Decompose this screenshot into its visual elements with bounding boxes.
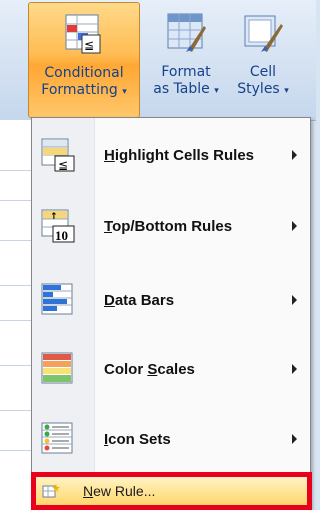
- menu-item-top-bottom-rules[interactable]: ↑ 10 Top/Bottom Rules: [33, 197, 309, 255]
- menu-item-label-accelerator: N: [83, 483, 94, 499]
- menu-item-label-accelerator: H: [104, 146, 115, 164]
- svg-text:≦: ≦: [84, 38, 94, 52]
- conditional-formatting-button[interactable]: ≦ Conditional Formatting ▾: [28, 2, 140, 118]
- cell-styles-icon: [244, 15, 283, 52]
- svg-text:10: 10: [55, 228, 68, 243]
- format-as-table-label-1: Format: [161, 64, 211, 80]
- conditional-formatting-label-1: Conditional: [44, 65, 124, 81]
- format-as-table-label-2: as Table: [153, 81, 210, 97]
- submenu-arrow-icon: [292, 150, 297, 160]
- menu-item-label-rest: cales: [157, 360, 195, 378]
- menu-item-color-scales[interactable]: Color Scales: [33, 340, 309, 398]
- cell-styles-label-2: Styles: [237, 81, 280, 97]
- icon-sets-icon: [41, 422, 73, 454]
- format-as-table-button[interactable]: Format as Table ▾: [143, 2, 229, 118]
- cell-styles-label-1: Cell: [249, 64, 277, 80]
- menu-item-highlight-cells-rules[interactable]: ≦ Highlight Cells Rules: [33, 126, 309, 184]
- menu-item-label-accelerator: S: [147, 360, 158, 378]
- conditional-formatting-label-2: Formatting: [41, 82, 118, 98]
- color-scales-icon: [41, 352, 73, 384]
- ribbon: ≦ Conditional Formatting ▾ Format as Tab…: [0, 0, 316, 121]
- menu-item-label-rest: con Sets: [108, 430, 171, 448]
- new-rule-icon: [42, 484, 60, 498]
- menu-item-data-bars[interactable]: Data Bars: [33, 271, 309, 329]
- conditional-formatting-menu: ≦ Highlight Cells Rules ↑ 10 Top/Bottom …: [31, 117, 311, 510]
- cell-styles-button[interactable]: Cell Styles ▾: [229, 2, 297, 118]
- conditional-formatting-icon: ≦: [65, 14, 101, 54]
- menu-item-label-rest: op/Bottom Rules: [112, 217, 233, 235]
- submenu-arrow-icon: [292, 364, 297, 374]
- format-as-table-icon: [167, 13, 206, 52]
- dropdown-arrow-icon: ▾: [214, 86, 219, 96]
- menu-item-label-accelerator: D: [104, 291, 115, 309]
- svg-text:≦: ≦: [58, 158, 68, 172]
- submenu-arrow-icon: [292, 295, 297, 305]
- svg-text:↑: ↑: [50, 212, 58, 222]
- menu-item-label-rest: ata Bars: [114, 291, 175, 309]
- menu-item-label-rest: ighlight Cells Rules: [114, 146, 255, 164]
- dropdown-arrow-icon: ▾: [122, 87, 127, 97]
- menu-item-label-accelerator: T: [104, 217, 113, 235]
- menu-item-icon-sets[interactable]: Icon Sets: [33, 410, 309, 468]
- data-bars-icon: [41, 283, 73, 315]
- submenu-arrow-icon: [292, 434, 297, 444]
- dropdown-arrow-icon: ▾: [284, 86, 289, 96]
- worksheet-background: [0, 120, 33, 510]
- menu-item-new-rule[interactable]: New Rule...: [31, 472, 312, 510]
- menu-item-label: Color: [104, 360, 148, 378]
- top-bottom-rules-icon: ↑ 10: [41, 209, 75, 243]
- submenu-arrow-icon: [292, 221, 297, 231]
- menu-item-label-rest: ew Rule...: [93, 483, 156, 499]
- highlight-cells-rules-icon: ≦: [41, 138, 75, 172]
